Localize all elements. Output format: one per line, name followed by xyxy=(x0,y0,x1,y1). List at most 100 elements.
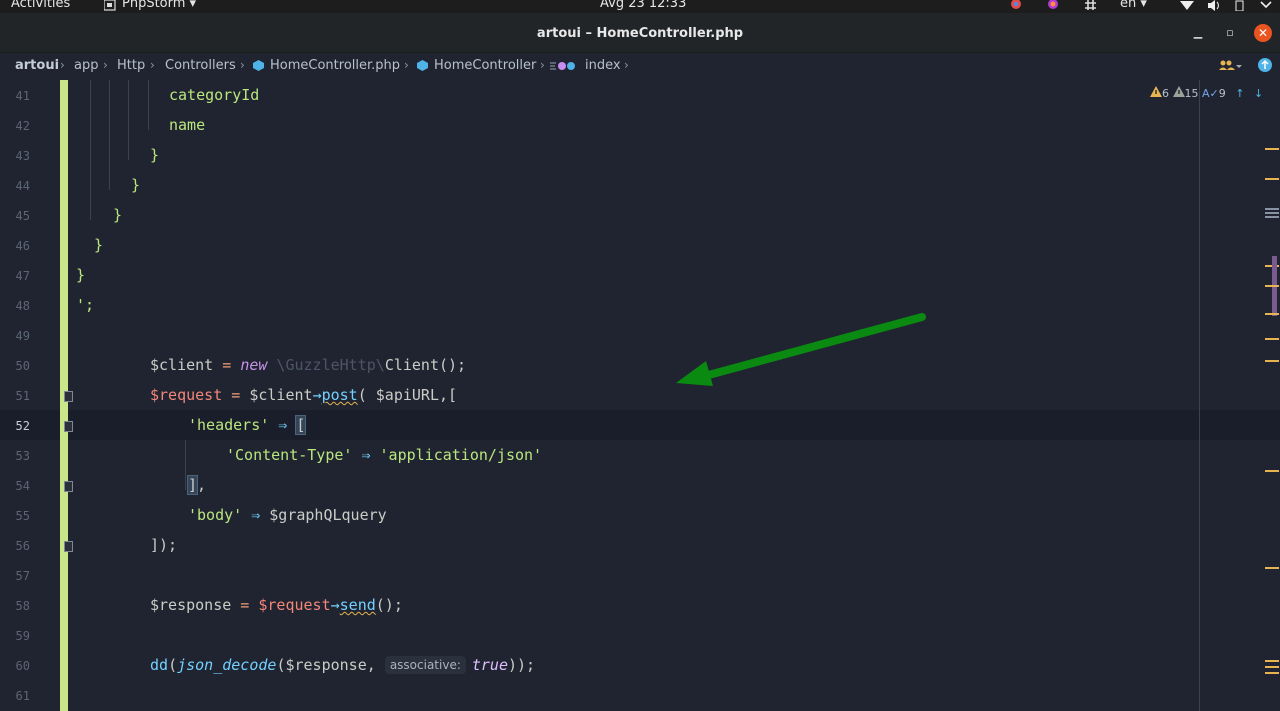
error-stripe-marker[interactable] xyxy=(1265,660,1279,662)
line-number: 46 xyxy=(15,239,30,253)
line-number: 45 xyxy=(15,209,30,223)
line-number: 61 xyxy=(15,689,30,703)
code-line-45[interactable]: } xyxy=(113,206,122,224)
crumb-method[interactable]: index xyxy=(585,58,621,73)
volume-icon[interactable] xyxy=(1207,0,1219,11)
line-number: 50 xyxy=(15,359,30,373)
line-number: 48 xyxy=(15,299,30,313)
indent-guide xyxy=(128,80,129,160)
chevron-right-icon: › xyxy=(103,58,108,72)
code-line-48[interactable]: '; xyxy=(76,296,94,314)
clock[interactable]: Avg 23 12:33 xyxy=(600,0,686,11)
weak-warning-count: 15 xyxy=(1184,87,1199,100)
error-stripe-marker[interactable] xyxy=(1265,666,1279,668)
line-number: 47 xyxy=(15,269,30,283)
weak-warning-icon xyxy=(1172,86,1185,100)
app-menu-button[interactable]: PhpStorm ▾ xyxy=(122,0,196,11)
slack-tray-icon[interactable] xyxy=(1085,0,1097,11)
line-number: 56 xyxy=(15,539,30,553)
right-margin-guide xyxy=(1199,80,1200,711)
warning-count: 6 xyxy=(1162,87,1169,100)
matched-bracket: ] xyxy=(186,475,199,495)
indent-guide xyxy=(185,440,186,490)
matched-bracket: [ xyxy=(295,415,307,435)
system-top-bar: Activities PhpStorm ▾ Avg 23 12:33 en ▾ xyxy=(0,0,1280,13)
maximize-button[interactable]: ▫ xyxy=(1222,26,1238,39)
next-highlight-icon[interactable]: ↓ xyxy=(1254,87,1263,100)
code-line-50[interactable]: $client = new \GuzzleHttp\Client(); xyxy=(150,356,466,374)
crumb-project[interactable]: artoui xyxy=(15,58,59,73)
error-stripe-marker[interactable] xyxy=(1265,338,1279,340)
line-number: 60 xyxy=(15,659,30,673)
code-line-58[interactable]: $response = $request→send(); xyxy=(150,596,403,614)
line-number: 41 xyxy=(15,89,30,103)
code-line-46[interactable]: } xyxy=(94,236,103,254)
firefox-tray-icon[interactable] xyxy=(1047,0,1059,11)
line-number: 49 xyxy=(15,329,30,343)
line-number: 51 xyxy=(15,389,30,403)
code-line-60[interactable]: dd(json_decode($response, associative: tr… xyxy=(150,656,535,675)
phpstorm-app-icon xyxy=(103,0,116,11)
code-line-42[interactable]: name xyxy=(169,116,205,134)
code-line-44[interactable]: } xyxy=(131,176,140,194)
line-number: 59 xyxy=(15,629,30,643)
code-line-56[interactable]: ]); xyxy=(150,536,177,554)
inspection-widget[interactable]: 6 15 A✓9 ↑ ↓ xyxy=(1150,86,1263,100)
code-editor[interactable]: 41 42 43 44 45 46 47 48 49 50 51 52 53 5… xyxy=(0,80,1280,711)
code-line-51[interactable]: $request = $client→post( $apiURL,[ xyxy=(150,386,457,404)
system-menu-icon[interactable] xyxy=(1260,0,1272,11)
line-number: 53 xyxy=(15,449,30,463)
close-window-button[interactable]: ✕ xyxy=(1254,24,1272,42)
error-stripe-marker[interactable] xyxy=(1265,567,1279,569)
crumb-controllers[interactable]: Controllers xyxy=(165,58,236,73)
error-stripe-marker[interactable] xyxy=(1265,313,1279,315)
error-stripe-marker[interactable] xyxy=(1265,148,1279,150)
code-with-me-icon[interactable] xyxy=(1218,60,1242,71)
line-number-current: 52 xyxy=(15,419,30,433)
code-line-55[interactable]: 'body' ⇒ $graphQLquery xyxy=(188,506,387,524)
chevron-right-icon: › xyxy=(150,58,155,72)
window-title-bar[interactable]: artoui – HomeController.php ▁ ▫ ✕ xyxy=(0,13,1280,53)
crumb-app[interactable]: app xyxy=(74,58,98,73)
error-stripe-marker[interactable] xyxy=(1265,212,1279,214)
indent-guide xyxy=(90,80,91,220)
line-number: 57 xyxy=(15,569,30,583)
app-menu-label: PhpStorm xyxy=(122,0,186,11)
crumb-class[interactable]: HomeController xyxy=(434,58,536,73)
typo-count: 9 xyxy=(1218,87,1226,100)
code-line-53[interactable]: 'Content-Type' ⇒ 'application/json' xyxy=(226,446,542,464)
update-icon[interactable] xyxy=(1258,58,1272,72)
code-line-43[interactable]: } xyxy=(150,146,159,164)
line-number: 44 xyxy=(15,179,30,193)
fold-marker-icon[interactable] xyxy=(64,481,73,492)
crumb-http[interactable]: Http xyxy=(117,58,145,73)
line-number: 42 xyxy=(15,119,30,133)
error-stripe-marker[interactable] xyxy=(1265,672,1279,674)
language-indicator[interactable]: en ▾ xyxy=(1120,0,1147,11)
code-line-54[interactable]: ], xyxy=(186,475,206,495)
minimize-button[interactable]: ▁ xyxy=(1190,26,1206,39)
window-title: artoui – HomeController.php xyxy=(536,26,744,41)
fold-marker-icon[interactable] xyxy=(64,391,73,402)
typo-icon: A✓ xyxy=(1202,87,1219,100)
wifi-icon[interactable] xyxy=(1180,0,1194,11)
code-line-41[interactable]: categoryId xyxy=(169,86,259,104)
previous-highlight-icon[interactable]: ↑ xyxy=(1235,87,1244,100)
error-stripe-marker[interactable] xyxy=(1265,208,1279,210)
fold-marker-icon[interactable] xyxy=(64,421,73,432)
error-stripe-marker[interactable] xyxy=(1265,360,1279,362)
code-line-52[interactable]: 'headers' ⇒ [ xyxy=(188,415,307,435)
activities-button[interactable]: Activities xyxy=(11,0,70,11)
indent-guide xyxy=(109,80,110,190)
crumb-file[interactable]: HomeController.php xyxy=(270,58,400,73)
error-stripe-marker[interactable] xyxy=(1265,216,1279,218)
code-line-47[interactable]: } xyxy=(76,266,85,284)
chrome-tray-icon[interactable] xyxy=(1010,0,1022,11)
line-number: 55 xyxy=(15,509,30,523)
battery-icon[interactable] xyxy=(1235,0,1247,12)
fold-marker-icon[interactable] xyxy=(64,541,73,552)
navigation-breadcrumb: artoui › app › Http › Controllers › Home… xyxy=(0,53,1280,80)
error-stripe-marker[interactable] xyxy=(1265,470,1279,472)
error-stripe-marker[interactable] xyxy=(1265,285,1279,287)
error-stripe-marker[interactable] xyxy=(1265,178,1279,180)
